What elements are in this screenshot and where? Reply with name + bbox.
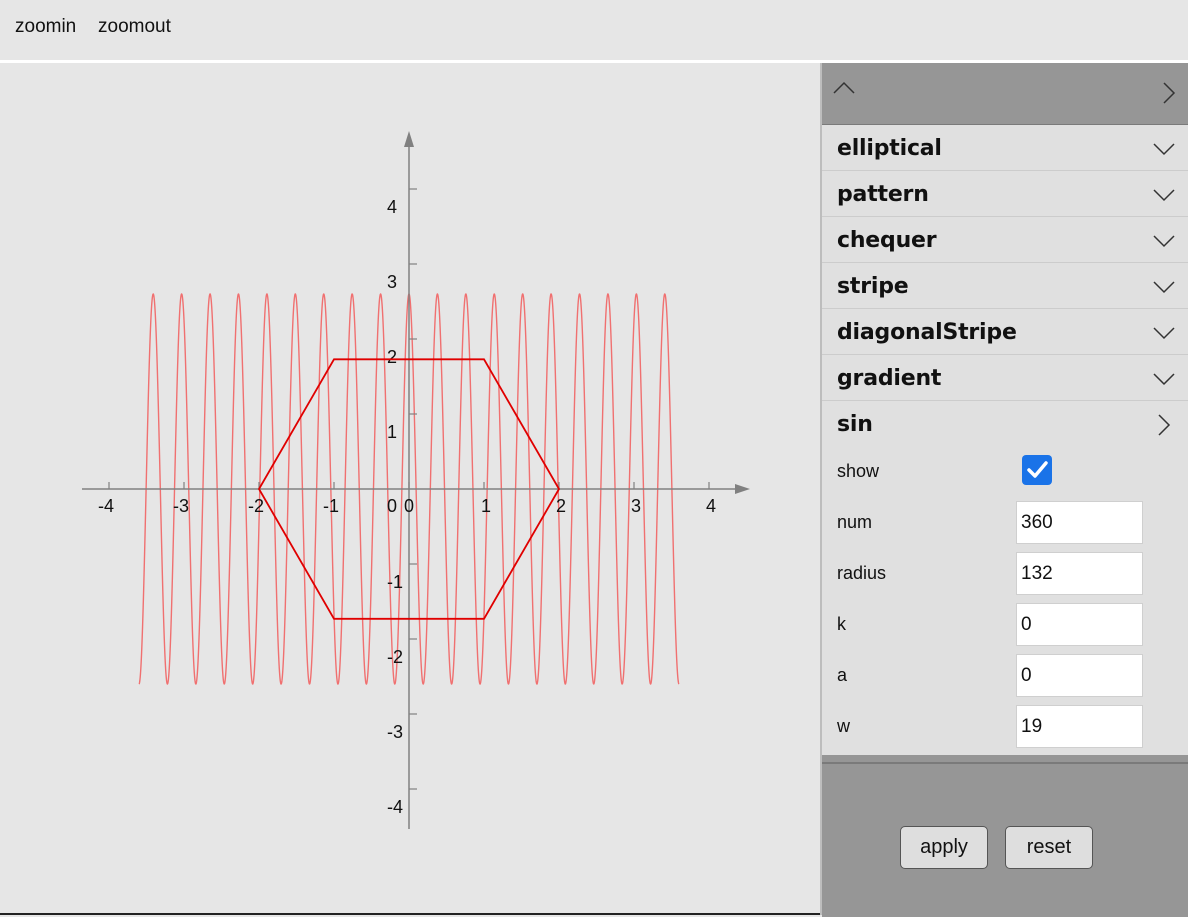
y-tick-label: -2 [387,647,403,667]
y-tick-label: 1 [387,422,397,442]
property-row-a: a [822,651,1188,702]
panel-footer: apply reset [822,762,1188,917]
x-tick-label: -2 [248,496,264,516]
toolbar: zoomin zoomout [0,0,1188,63]
x-tick-label: 4 [706,496,716,516]
chevron-right-icon[interactable] [1160,81,1178,110]
property-label: show [837,461,880,481]
y-tick-label: -3 [387,722,403,742]
chevron-down-icon [1152,231,1176,254]
chevron-down-icon [1152,185,1176,208]
section-gradient[interactable]: gradient [822,355,1188,401]
section-label: stripe [837,274,909,299]
section-stripe[interactable]: stripe [822,263,1188,309]
property-label: radius [837,563,887,583]
y-tick-label: 2 [387,347,397,367]
y-tick-label: -4 [387,797,403,817]
section-label: sin [837,412,873,437]
y-tick-label: 4 [387,197,397,217]
y-tick-label: 3 [387,272,397,292]
section-list: elliptical pattern chequer stripe diagon… [822,125,1188,755]
property-label: num [837,512,873,532]
a-input[interactable] [1016,654,1143,697]
apply-button[interactable]: apply [900,826,988,869]
section-elliptical[interactable]: elliptical [822,125,1188,171]
section-label: chequer [837,228,937,253]
chevron-down-icon [1152,277,1176,300]
property-label: k [837,614,846,634]
panel-header [822,63,1188,125]
x-tick-label: 3 [631,496,641,516]
w-input[interactable] [1016,705,1143,748]
section-label: gradient [837,366,942,391]
chevron-down-icon [1152,323,1176,346]
sin-properties: show num radius k a w [822,447,1188,755]
property-row-k: k [822,600,1188,651]
x-tick-label: -1 [323,496,339,516]
property-label: a [837,665,848,685]
section-label: diagonalStripe [837,320,1017,345]
property-row-show: show [822,447,1188,498]
section-sin[interactable]: sin [822,401,1188,447]
num-input[interactable] [1016,501,1143,544]
x-tick-label: 2 [556,496,566,516]
section-chequer[interactable]: chequer [822,217,1188,263]
x-tick-label: 1 [481,496,491,516]
section-pattern[interactable]: pattern [822,171,1188,217]
property-row-radius: radius [822,549,1188,600]
property-row-num: num [822,498,1188,549]
chevron-up-icon[interactable] [832,77,856,106]
show-checkbox[interactable] [1022,455,1052,485]
x-tick-label: -4 [98,496,114,516]
k-input[interactable] [1016,603,1143,646]
section-diagonalstripe[interactable]: diagonalStripe [822,309,1188,355]
zoomout-button[interactable]: zoomout [98,15,171,39]
radius-input[interactable] [1016,552,1143,595]
chevron-down-icon [1152,139,1176,162]
plot-canvas[interactable]: -4 -3 -2 -1 0 1 2 3 4 4 3 2 1 0 -1 -2 -3 -4 [0,63,820,915]
property-label: w [837,716,850,736]
y-tick-label: 0 [404,496,414,516]
property-row-w: w [822,702,1188,753]
y-axis-arrow-icon [404,131,414,147]
chevron-down-icon [1152,369,1176,392]
reset-button[interactable]: reset [1005,826,1093,869]
x-tick-label: -3 [173,496,189,516]
y-tick-label: -1 [387,572,403,592]
zoomin-button[interactable]: zoomin [15,15,76,39]
settings-panel: elliptical pattern chequer stripe diagon… [820,63,1188,917]
x-tick-label: 0 [387,496,397,516]
plot-svg: -4 -3 -2 -1 0 1 2 3 4 4 3 2 1 0 -1 -2 -3 -4 [82,131,750,829]
chevron-right-icon [1156,413,1172,442]
section-label: elliptical [837,136,942,161]
x-axis-arrow-icon [735,484,750,494]
section-label: pattern [837,182,929,207]
checkmark-icon [1027,461,1048,478]
